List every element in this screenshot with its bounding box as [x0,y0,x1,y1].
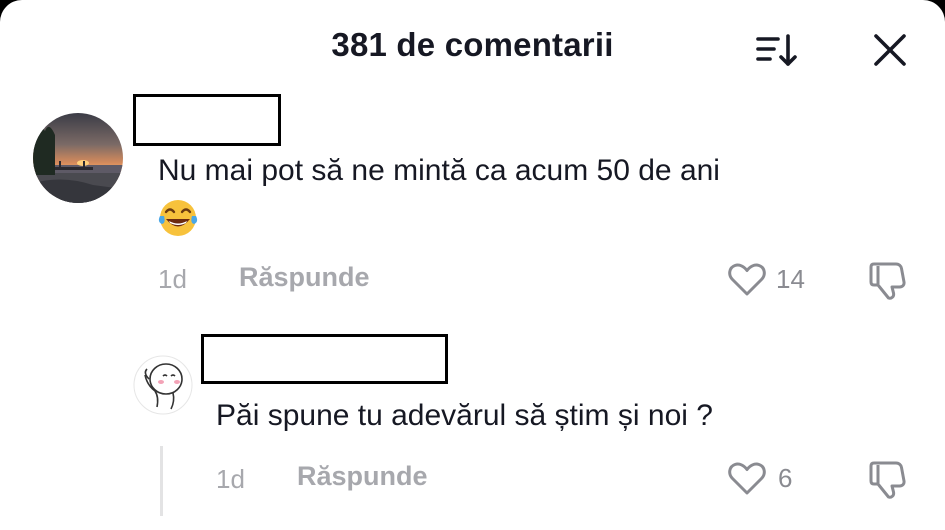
dislike-button[interactable] [866,258,912,302]
close-button[interactable] [868,28,912,72]
sort-button[interactable] [752,30,800,70]
avatar[interactable] [33,113,123,203]
comments-sheet: 381 de comentarii Nu mai pot să ne mintă… [0,0,945,530]
heart-icon [728,462,766,495]
like-count: 6 [778,463,793,493]
comment-emoji [156,196,206,240]
cartoon-avatar [133,355,193,415]
thumbs-down-icon [869,262,906,300]
like-count: 14 [776,264,805,294]
comment-timestamp: 1d [216,464,245,494]
thread-line [160,446,163,516]
reply-button[interactable]: Răspunde [239,262,370,293]
comment-text: Nu mai pot să ne mintă ca acum 50 de ani [158,154,720,187]
sunset-photo-avatar [33,113,123,203]
username-redacted[interactable] [201,334,448,384]
sort-icon [756,34,797,66]
avatar[interactable] [133,355,193,415]
thumbs-down-icon [869,461,906,499]
reply-button[interactable]: Răspunde [297,461,428,492]
username-redacted[interactable] [133,94,281,146]
tears-of-joy-emoji-icon [158,200,198,236]
dislike-button[interactable] [866,457,912,501]
like-button[interactable] [726,258,768,300]
heart-icon [728,263,766,296]
close-icon [874,34,906,66]
comment-timestamp: 1d [158,264,187,294]
like-button[interactable] [726,457,768,499]
reply-text: Păi spune tu adevărul să știm și noi ? [216,399,713,432]
comments-count-title: 381 de comentarii [331,26,614,63]
